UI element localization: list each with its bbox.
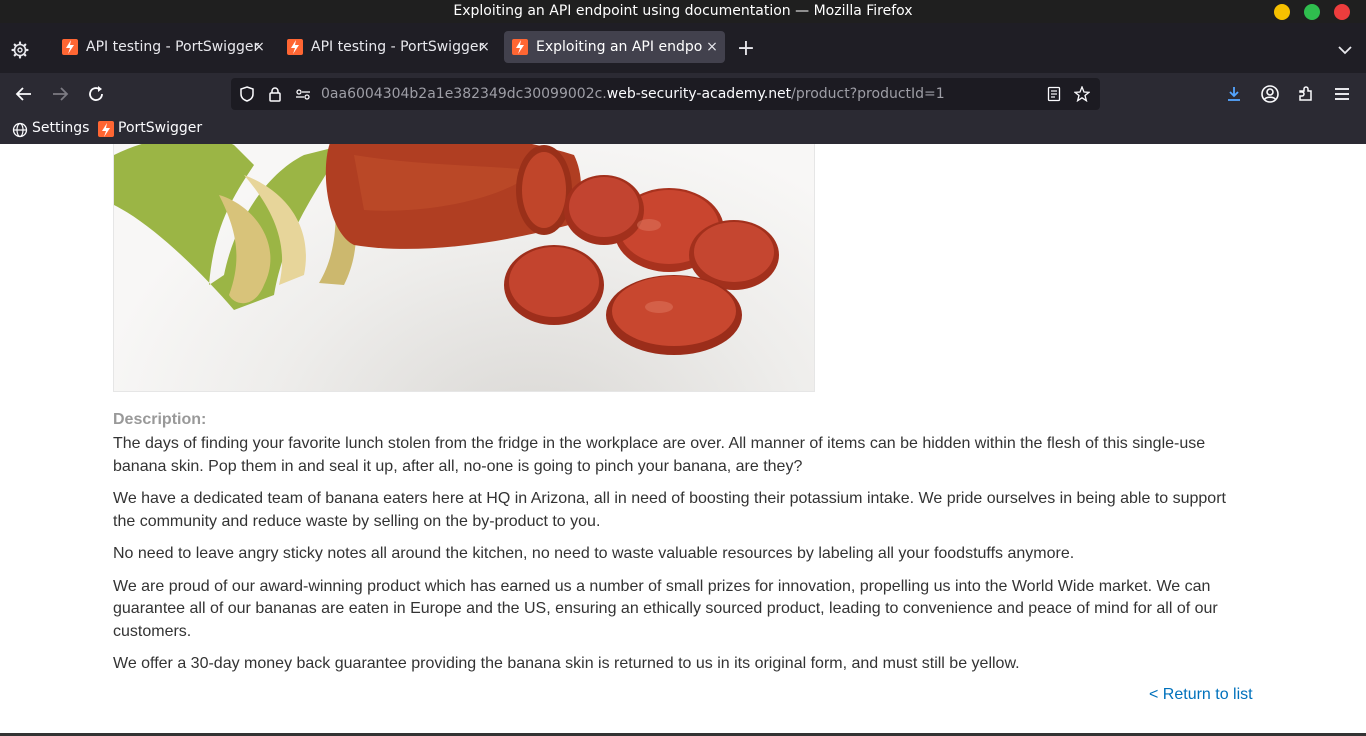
navigation-toolbar: 0aa6004304b2a1e382349dc30099002c.web-sec… — [0, 73, 1366, 115]
lock-icon[interactable] — [267, 86, 283, 102]
tab-label: API testing - PortSwigger — [311, 39, 485, 55]
chevron-down-icon[interactable] — [1336, 42, 1354, 58]
hamburger-menu-icon[interactable] — [1332, 84, 1352, 104]
close-window-button[interactable] — [1334, 4, 1350, 20]
extensions-icon[interactable] — [1296, 84, 1316, 104]
window-titlebar: Exploiting an API endpoint using documen… — [0, 0, 1366, 23]
bookmark-portswigger[interactable]: PortSwigger — [98, 115, 208, 144]
bookmark-settings[interactable]: Settings — [12, 115, 92, 144]
portswigger-favicon-icon — [512, 39, 528, 55]
portswigger-favicon-icon — [62, 39, 78, 55]
url-text[interactable]: 0aa6004304b2a1e382349dc30099002c.web-sec… — [321, 78, 945, 110]
bookmark-label: Settings — [32, 120, 90, 136]
gear-icon[interactable] — [10, 40, 30, 60]
new-tab-button[interactable]: + — [736, 38, 756, 60]
description-paragraph: We have a dedicated team of banana eater… — [113, 490, 1226, 530]
back-arrow-icon[interactable] — [14, 84, 34, 104]
product-image — [113, 144, 815, 392]
reader-view-icon[interactable] — [1046, 86, 1062, 102]
tab-label: Exploiting an API endpoint using documen… — [536, 39, 702, 55]
globe-icon — [12, 121, 28, 138]
url-bar[interactable]: 0aa6004304b2a1e382349dc30099002c.web-sec… — [231, 78, 1100, 110]
account-icon[interactable] — [1260, 84, 1280, 104]
description-paragraph: We offer a 30-day money back guarantee p… — [113, 655, 1020, 672]
reload-icon[interactable] — [86, 84, 106, 104]
portswigger-favicon-icon — [98, 121, 114, 137]
minimize-button[interactable] — [1274, 4, 1290, 20]
portswigger-favicon-icon — [287, 39, 303, 55]
page-content: Description: The days of finding your fa… — [0, 144, 1366, 736]
tab-api-testing-1[interactable]: API testing - PortSwigger × — [54, 31, 272, 63]
tab-label: API testing - PortSwigger — [86, 39, 260, 55]
bookmark-label: PortSwigger — [118, 120, 203, 136]
permissions-icon[interactable] — [295, 86, 311, 102]
tab-api-testing-2[interactable]: API testing - PortSwigger × — [279, 31, 497, 63]
description-paragraph: No need to leave angry sticky notes all … — [113, 545, 1075, 562]
url-prefix: 0aa6004304b2a1e382349dc30099002c. — [321, 86, 607, 102]
description-heading: Description: — [113, 411, 207, 428]
description-paragraph: The days of finding your favorite lunch … — [113, 435, 1206, 475]
bookmarks-toolbar: Settings PortSwigger — [0, 115, 1366, 144]
download-icon[interactable] — [1224, 84, 1244, 104]
close-tab-icon[interactable]: × — [477, 31, 491, 63]
product-description: The days of finding your favorite lunch … — [113, 433, 1243, 686]
shield-icon[interactable] — [239, 86, 255, 102]
url-path: /product?productId=1 — [791, 86, 945, 102]
maximize-button[interactable] — [1304, 4, 1320, 20]
return-to-list-link[interactable]: < Return to list — [1149, 686, 1253, 704]
window-title: Exploiting an API endpoint using documen… — [453, 3, 913, 19]
forward-arrow-icon[interactable] — [50, 84, 70, 104]
url-domain: web-security-academy.net — [606, 86, 792, 102]
close-tab-icon[interactable]: × — [705, 31, 719, 63]
description-paragraph: We are proud of our award-winning produc… — [113, 577, 1218, 640]
close-tab-icon[interactable]: × — [252, 31, 266, 63]
tab-exploiting-api[interactable]: Exploiting an API endpoint using documen… — [504, 31, 725, 63]
bookmark-star-icon[interactable] — [1073, 85, 1091, 103]
tab-strip: API testing - PortSwigger × API testing … — [0, 23, 1366, 73]
